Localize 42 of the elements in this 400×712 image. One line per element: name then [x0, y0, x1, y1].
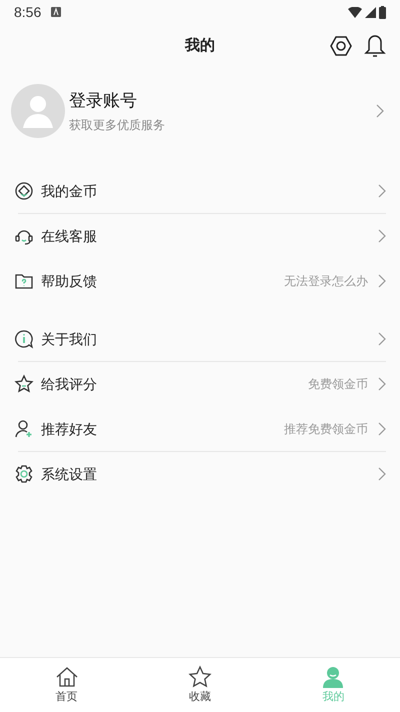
- info-icon: [14, 329, 34, 349]
- chevron-right-icon: [378, 229, 386, 243]
- menu-item[interactable]: 推荐好友 推荐免费领金币: [14, 407, 386, 451]
- chevron-right-icon: [376, 104, 384, 118]
- menu-item[interactable]: 我的金币: [14, 169, 386, 213]
- bell-icon: [364, 34, 386, 58]
- settings-button[interactable]: [330, 34, 352, 58]
- menu-item[interactable]: 给我评分 免费领金币: [14, 362, 386, 406]
- profile-name: 登录账号: [69, 90, 138, 112]
- notification-icon: [51, 7, 62, 17]
- chevron-right-icon: [378, 332, 386, 346]
- menu-hint: 无法登录怎么办: [284, 273, 368, 290]
- menu-item[interactable]: 在线客服: [14, 214, 386, 258]
- avatar-icon: [11, 84, 65, 138]
- coin-icon: [14, 181, 34, 201]
- wifi-icon: [348, 6, 362, 18]
- person-icon: [321, 665, 346, 689]
- menu-hint: 推荐免费领金币: [284, 421, 368, 438]
- chevron-right-icon: [378, 422, 386, 436]
- menu-item[interactable]: 关于我们: [14, 317, 386, 361]
- tab-item[interactable]: 收藏: [133, 658, 267, 712]
- hexagon-nut-icon: [330, 35, 352, 57]
- signal-icon: [365, 6, 376, 18]
- menu-hint: 免费领金币: [308, 376, 368, 393]
- profile-subtitle: 获取更多优质服务: [69, 117, 166, 134]
- chevron-right-icon: [378, 274, 386, 288]
- profile-row[interactable]: 登录账号 获取更多优质服务: [0, 84, 400, 138]
- menu-item[interactable]: 系统设置: [14, 452, 386, 496]
- add-user-icon: [14, 419, 34, 439]
- gear-icon: [14, 464, 34, 484]
- status-time: 8:56: [14, 2, 42, 22]
- tab-item[interactable]: 首页: [0, 658, 134, 712]
- notification-button[interactable]: [364, 34, 386, 58]
- home-icon: [54, 665, 79, 689]
- chevron-right-icon: [378, 377, 386, 391]
- star-icon: [14, 374, 34, 394]
- page-title: 我的: [185, 36, 215, 56]
- battery-icon: [379, 6, 386, 18]
- chevron-right-icon: [378, 184, 386, 198]
- chevron-right-icon: [378, 467, 386, 481]
- menu-item[interactable]: 帮助反馈 无法登录怎么办: [14, 259, 386, 303]
- star-icon: [188, 665, 212, 689]
